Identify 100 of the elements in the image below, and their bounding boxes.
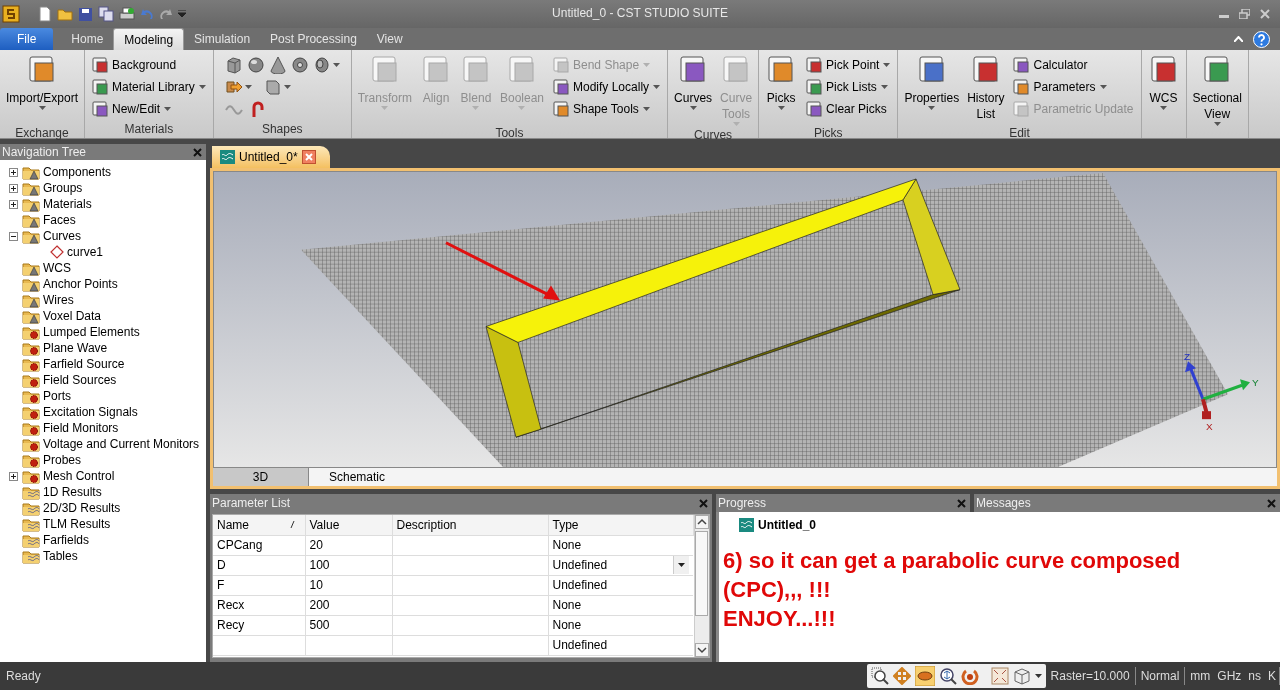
ribbon-button[interactable]: Import/Export <box>3 54 82 124</box>
ribbon-button[interactable]: Pick Point <box>804 54 893 76</box>
zoom-area-icon[interactable] <box>870 667 889 685</box>
spin-icon[interactable] <box>960 667 979 685</box>
restore-icon[interactable] <box>1239 9 1250 19</box>
unit-text: GHz <box>1217 668 1242 685</box>
ribbon-button[interactable]: Shape Tools <box>551 98 663 120</box>
ribbon-button[interactable]: Material Library <box>90 76 208 98</box>
annotation-text: 6) so it can get a parabolic curve composed <box>723 547 1181 575</box>
viewport[interactable]: Z Y X <box>213 171 1277 468</box>
collapse-icon[interactable] <box>9 231 18 241</box>
ribbon-button[interactable]: Properties <box>901 54 963 124</box>
ribbon-tab[interactable]: File <box>0 28 54 50</box>
ribbon-button[interactable]: Curves <box>671 54 716 124</box>
ribbon-button[interactable]: Sectional View <box>1189 54 1245 126</box>
expand-icon[interactable] <box>9 183 18 193</box>
tree-item[interactable]: Materials <box>43 195 92 213</box>
ribbon-tab[interactable]: Post Processing <box>260 28 367 50</box>
save-icon[interactable] <box>78 6 93 22</box>
document-tab[interactable]: Untitled_0* <box>212 146 330 168</box>
tree-item[interactable]: WCS <box>43 259 71 277</box>
tree-item[interactable]: Probes <box>43 451 82 469</box>
cube-icon[interactable] <box>1012 667 1031 685</box>
status-text: Ready <box>6 668 41 685</box>
tree-item[interactable]: Field Monitors <box>43 419 119 437</box>
tree-item[interactable]: Farfield Source <box>43 355 125 373</box>
column-header[interactable]: Value <box>305 515 392 535</box>
column-header[interactable]: Name <box>213 515 305 535</box>
folder-gear-icon <box>22 436 40 452</box>
ribbon-tab[interactable]: Simulation <box>184 28 261 50</box>
ribbon-button[interactable]: Picks <box>762 54 801 124</box>
tree-item[interactable]: Voxel Data <box>43 307 102 325</box>
folder-icon <box>22 180 40 196</box>
column-header[interactable]: Type <box>548 515 693 535</box>
scrollbar[interactable] <box>693 515 709 657</box>
ribbon-button[interactable]: Calculator <box>1011 54 1136 76</box>
ribbon-tab[interactable]: Modeling <box>113 28 185 50</box>
app-logo-icon[interactable] <box>2 5 20 23</box>
column-header[interactable]: Description <box>392 515 548 535</box>
zoom-icon[interactable] <box>938 667 957 685</box>
tree-item[interactable]: 1D Results <box>43 483 102 501</box>
close-icon[interactable] <box>1267 498 1276 508</box>
expand-icon[interactable] <box>9 167 18 177</box>
zoom-fit-icon[interactable] <box>990 667 1009 685</box>
tool-icon <box>1013 101 1030 117</box>
tree-item[interactable]: Tables <box>43 547 78 565</box>
help-icon[interactable] <box>1253 30 1270 48</box>
ribbon-tab[interactable]: Home <box>61 28 114 50</box>
cone-icon <box>268 56 287 74</box>
ribbon-button[interactable]: WCS <box>1144 54 1183 124</box>
ribbon-button[interactable]: New/Edit <box>90 98 208 120</box>
tool-icon <box>1013 79 1030 95</box>
tree-item[interactable]: Components <box>43 163 112 181</box>
dropdown-button[interactable] <box>673 556 689 574</box>
tree-item[interactable]: Curves <box>43 227 81 245</box>
folder-icon <box>22 196 40 212</box>
tree-item[interactable]: Mesh Control <box>43 467 115 485</box>
new-file-icon[interactable] <box>38 6 52 22</box>
ribbon-button[interactable]: Background <box>90 54 208 76</box>
canvas-tab[interactable]: 3D <box>213 468 309 486</box>
table-cell: 20 <box>305 535 392 555</box>
ribbon-button[interactable]: Modify Locally <box>551 76 663 98</box>
ribbon-button[interactable]: Clear Picks <box>804 98 893 120</box>
tree-item[interactable]: Anchor Points <box>43 275 118 293</box>
copy-icon[interactable] <box>98 6 114 22</box>
tree-item[interactable]: Field Sources <box>43 371 117 389</box>
caret-icon <box>244 85 252 89</box>
tree-item[interactable]: 2D/3D Results <box>43 499 121 517</box>
panel-title: Progress <box>718 495 767 512</box>
print-icon[interactable] <box>119 6 135 22</box>
tree-item[interactable]: Farfields <box>43 531 89 549</box>
ribbon-button[interactable]: Pick Lists <box>804 76 893 98</box>
close-icon[interactable] <box>301 150 316 164</box>
folder-icon <box>22 228 40 244</box>
folder-wave-icon <box>22 484 40 500</box>
close-icon[interactable] <box>699 498 708 508</box>
expand-icon[interactable] <box>9 199 18 209</box>
folder-icon[interactable] <box>57 7 73 21</box>
collapse-ribbon-icon[interactable] <box>1234 36 1243 42</box>
tree-item[interactable]: Wires <box>43 291 74 309</box>
tree-item[interactable]: Ports <box>43 387 71 405</box>
close-icon[interactable] <box>193 147 202 157</box>
customize-icon[interactable] <box>178 10 186 18</box>
tree-item[interactable]: Faces <box>43 211 76 229</box>
expand-icon[interactable] <box>9 471 18 481</box>
tree-item[interactable]: curve1 <box>67 243 104 261</box>
tree-item[interactable]: Groups <box>43 179 83 197</box>
tree-item[interactable]: Voltage and Current Monitors <box>43 435 200 453</box>
tree-item[interactable]: TLM Results <box>43 515 111 533</box>
ribbon-button[interactable]: History List <box>964 54 1008 124</box>
tree-item[interactable]: Lumped Elements <box>43 323 140 341</box>
tree-item[interactable]: Plane Wave <box>43 339 108 357</box>
ribbon-button[interactable]: Parameters <box>1011 76 1136 98</box>
tree-item[interactable]: Excitation Signals <box>43 403 138 421</box>
group-label: Shapes <box>261 121 303 138</box>
ribbon-tab[interactable]: View <box>366 28 413 50</box>
progress-item[interactable]: Untitled_0 <box>758 516 816 534</box>
folder-icon <box>22 308 40 324</box>
table-cell: D <box>213 555 305 575</box>
close-icon[interactable] <box>957 498 966 508</box>
